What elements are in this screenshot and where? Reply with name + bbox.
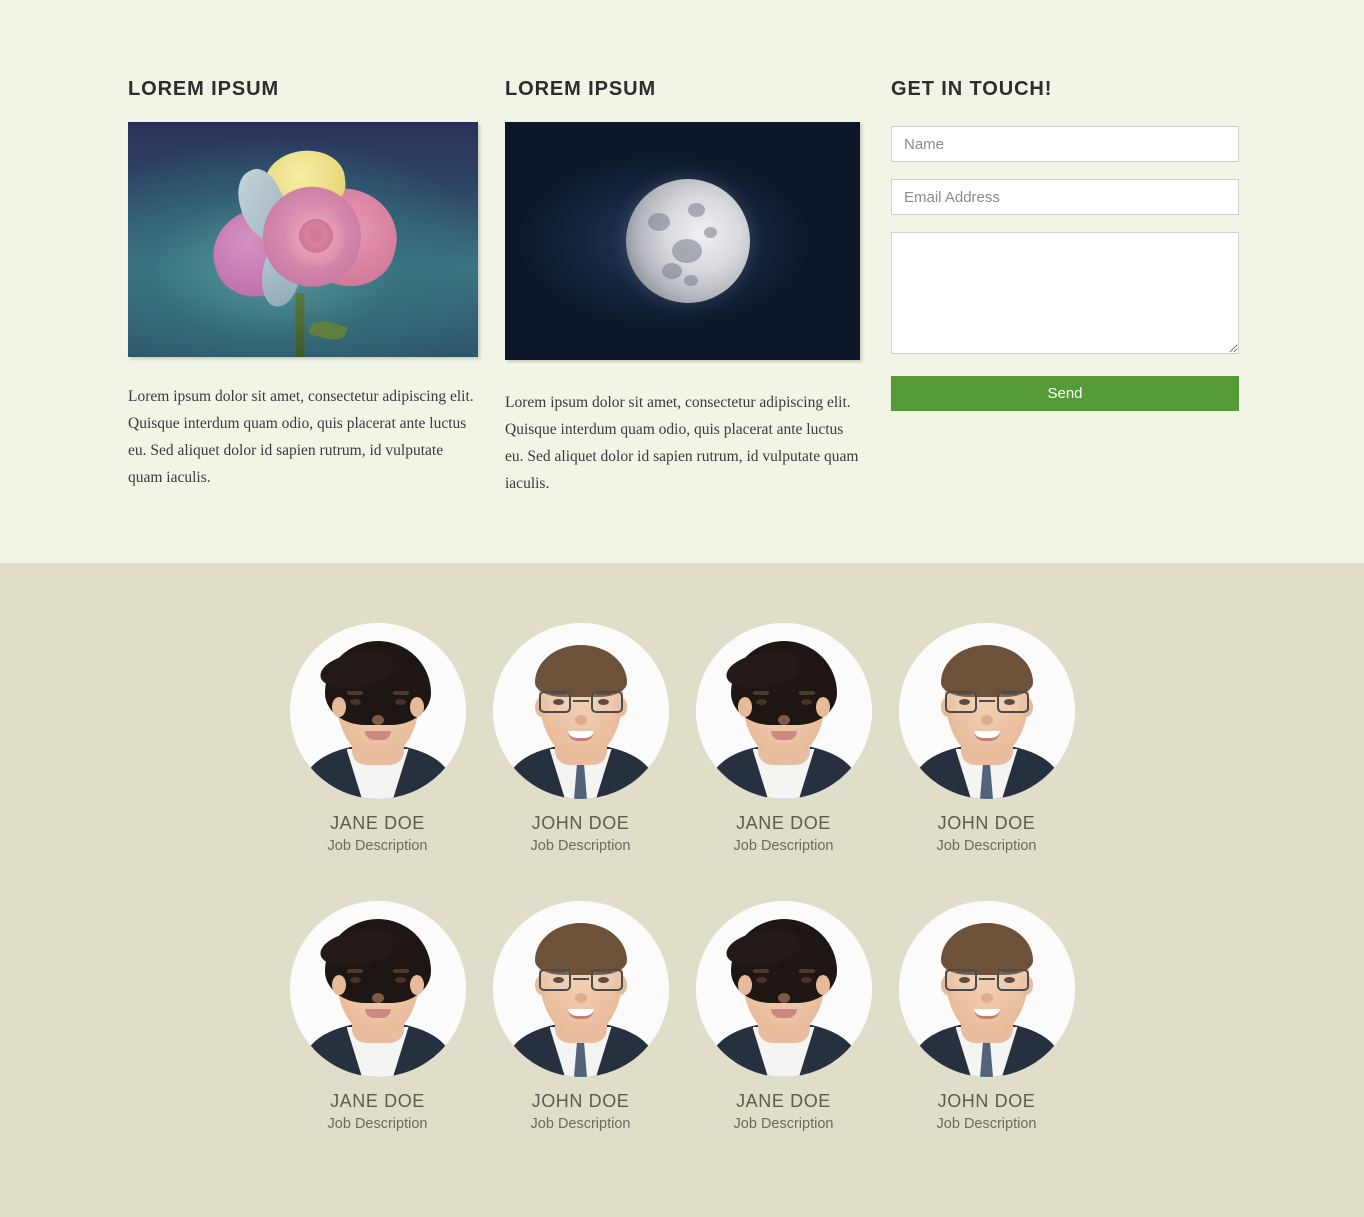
member-name: JANE DOE <box>736 813 831 833</box>
team-member[interactable]: JOHN DOE Job Description <box>479 623 682 855</box>
contact-form-title: GET IN TOUCH! <box>891 78 1053 100</box>
member-name: JOHN DOE <box>937 1090 1036 1111</box>
glasses-icon <box>944 691 1029 713</box>
member-job: Job Description <box>530 837 631 854</box>
column-title-rose: LOREM IPSUM <box>128 78 280 100</box>
glasses-icon <box>538 691 623 713</box>
avatar <box>898 900 1075 1077</box>
moon-photo <box>505 122 860 360</box>
contact-form-column: GET IN TOUCH! Send <box>891 78 1239 497</box>
team-member[interactable]: JANE DOE Job Description <box>682 900 885 1133</box>
team-member[interactable]: JANE DOE Job Description <box>682 623 885 855</box>
column-title-moon: LOREM IPSUM <box>505 78 657 100</box>
rose-photo <box>128 122 478 357</box>
message-textarea[interactable] <box>891 232 1239 354</box>
avatar <box>898 623 1075 799</box>
man-glasses-portrait <box>898 900 1075 1077</box>
glasses-icon <box>944 968 1029 991</box>
team-member[interactable]: JANE DOE Job Description <box>276 623 479 855</box>
member-name: JANE DOE <box>330 1090 425 1111</box>
team-member[interactable]: JANE DOE Job Description <box>276 900 479 1133</box>
column-body-rose: Lorem ipsum dolor sit amet, consectetur … <box>128 388 474 486</box>
feature-column-moon: LOREM IPSUM Lorem ipsum dolor sit amet, … <box>505 78 860 497</box>
member-name: JOHN DOE <box>937 813 1036 833</box>
woman-dark-hair-portrait <box>289 623 466 799</box>
member-name: JANE DOE <box>736 1090 831 1111</box>
contact-form: Send <box>891 126 1239 411</box>
avatar <box>695 900 872 1077</box>
member-job: Job Description <box>530 1115 631 1132</box>
feature-column-rose: LOREM IPSUM Lorem ipsum dolor sit amet, … <box>128 78 478 497</box>
woman-dark-hair-portrait <box>695 900 872 1077</box>
column-body-moon: Lorem ipsum dolor sit amet, consectetur … <box>505 394 859 492</box>
member-job: Job Description <box>327 1115 428 1132</box>
avatar <box>289 900 466 1077</box>
member-name: JOHN DOE <box>531 813 630 833</box>
send-button[interactable]: Send <box>891 376 1239 411</box>
member-name: JOHN DOE <box>531 1090 630 1111</box>
content-section: LOREM IPSUM Lorem ipsum dolor sit amet, … <box>0 0 1364 563</box>
rose-leaf <box>308 317 348 344</box>
avatar <box>492 900 669 1077</box>
rose-bloom <box>202 146 408 316</box>
member-job: Job Description <box>733 837 834 854</box>
team-member[interactable]: JOHN DOE Job Description <box>885 900 1088 1133</box>
member-job: Job Description <box>733 1115 834 1132</box>
woman-dark-hair-portrait <box>695 623 872 799</box>
email-input[interactable] <box>891 179 1239 215</box>
moon-disc <box>625 179 750 304</box>
member-job: Job Description <box>936 1115 1037 1132</box>
avatar <box>492 623 669 799</box>
name-input[interactable] <box>891 126 1239 162</box>
man-glasses-portrait <box>492 623 669 799</box>
moon-image-frame <box>505 122 860 360</box>
woman-dark-hair-portrait <box>289 900 466 1077</box>
member-name: JANE DOE <box>330 813 425 833</box>
member-job: Job Description <box>936 837 1037 854</box>
man-glasses-portrait <box>492 900 669 1077</box>
team-member[interactable]: JOHN DOE Job Description <box>885 623 1088 855</box>
team-member[interactable]: JOHN DOE Job Description <box>479 900 682 1133</box>
man-glasses-portrait <box>898 623 1075 799</box>
member-job: Job Description <box>327 837 428 854</box>
rose-image-frame <box>128 122 478 357</box>
team-grid: JANE DOE Job Description JOHN DOE Job De… <box>276 623 1088 1133</box>
avatar <box>289 623 466 799</box>
team-section: JANE DOE Job Description JOHN DOE Job De… <box>0 563 1364 1217</box>
glasses-icon <box>538 968 623 991</box>
avatar <box>695 623 872 799</box>
